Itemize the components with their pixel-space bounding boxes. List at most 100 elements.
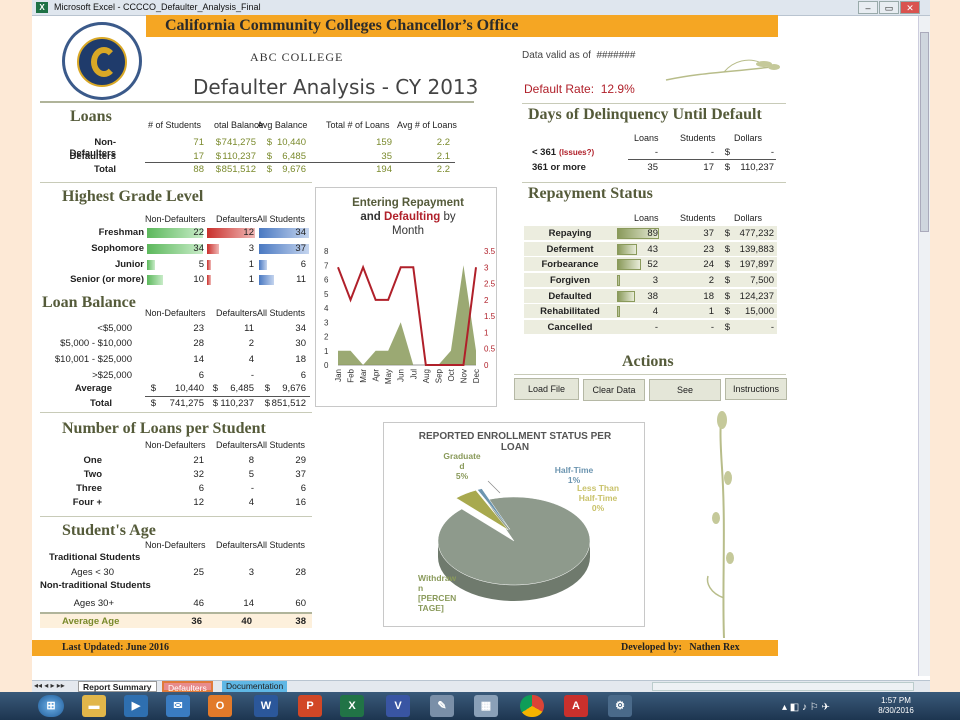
- visio-icon[interactable]: V: [386, 695, 410, 717]
- cell: 124,237: [739, 291, 774, 302]
- cell: -: [710, 322, 714, 333]
- minimize-button[interactable]: –: [858, 1, 878, 14]
- row-label: Defaulted: [548, 291, 592, 302]
- pie-chart-svg: Withdraw n [PERCEN TAGE] Graduate d 5% Half-Tim…: [418, 451, 619, 613]
- tab-documentation[interactable]: Documentation: [222, 681, 288, 692]
- row-label: $5,000 - $10,000: [60, 338, 132, 349]
- cell: 34: [295, 227, 306, 238]
- bar-defaulters: [207, 275, 211, 285]
- paint-icon[interactable]: ✎: [430, 695, 454, 717]
- issues-tag: (Issues?): [559, 148, 595, 157]
- system-tray-icons[interactable]: ▴ ◧ ♪ ⚐ ✈: [782, 702, 830, 713]
- bar-defaulters: [207, 244, 219, 254]
- cell: 34: [193, 243, 204, 254]
- cell: 60: [295, 598, 306, 609]
- data-valid-label: Data valid as of: [522, 50, 591, 61]
- col-header: Defaulters: [216, 540, 258, 550]
- cell: 14: [243, 598, 254, 609]
- cell: 17: [703, 162, 714, 173]
- close-button[interactable]: ✕: [900, 1, 920, 14]
- powerpoint-icon[interactable]: P: [298, 695, 322, 717]
- row-label: Repaying: [548, 228, 592, 239]
- tab-report-summary[interactable]: Report Summary: [78, 681, 157, 692]
- pie-slice: [437, 496, 591, 586]
- see-button[interactable]: See: [649, 379, 721, 401]
- row-label: Four +: [72, 497, 102, 508]
- x-tick-label: Nov: [459, 369, 468, 383]
- cell: 9,676: [282, 164, 306, 175]
- y-left-tick-label: 7: [324, 261, 329, 270]
- section-divider: [514, 374, 786, 375]
- cell: 16: [295, 497, 306, 508]
- pie-label: Graduate d 5%: [443, 451, 481, 481]
- cell: 32: [193, 469, 204, 480]
- age-section-title: Student's Age: [62, 522, 156, 539]
- app-icon[interactable]: ⚙: [608, 695, 632, 717]
- clock-date: 8/30/2016: [878, 706, 914, 715]
- enrollment-pie-chart: REPORTED ENROLLMENT STATUS PER LOAN With…: [383, 422, 645, 627]
- vertical-scrollbar[interactable]: [918, 16, 930, 676]
- load-file-button[interactable]: Load File: [514, 378, 579, 400]
- outlook-icon[interactable]: ✉: [166, 695, 190, 717]
- cell: 5: [198, 259, 204, 270]
- cell: 28: [193, 338, 204, 349]
- media-player-icon[interactable]: ▶: [124, 695, 148, 717]
- x-tick-label: Oct: [447, 368, 456, 381]
- cell: 71: [193, 137, 204, 148]
- row-label: Forbearance: [541, 259, 599, 270]
- pie-label: Half-Time 1%: [555, 465, 594, 485]
- excel-icon[interactable]: X: [36, 2, 48, 13]
- x-tick-label: Jan: [334, 369, 343, 382]
- cell: 7,500: [750, 275, 774, 286]
- cell: 43: [647, 244, 658, 255]
- cell: 139,883: [739, 244, 774, 255]
- chart-title: Entering Repayment and Defaulting by Mon…: [328, 196, 488, 238]
- tab-defaulters[interactable]: Defaulters: [162, 681, 213, 693]
- calculator-icon[interactable]: ▦: [474, 695, 498, 717]
- clock[interactable]: 1:57 PM 8/30/2016: [876, 696, 916, 716]
- cell: 22: [193, 227, 204, 238]
- clear-data-button[interactable]: Clear Data: [583, 379, 645, 401]
- file-explorer-icon[interactable]: ▬: [82, 695, 106, 717]
- excel-taskbar-icon[interactable]: X: [340, 695, 364, 717]
- x-tick-label: Apr: [372, 369, 381, 382]
- col-header: Non-Defaulters: [145, 540, 206, 550]
- section-divider: [40, 516, 312, 517]
- scrollbar-thumb[interactable]: [920, 32, 929, 232]
- cell: 35: [381, 151, 392, 162]
- currency-symbol: $: [724, 259, 730, 270]
- row-divider: [145, 396, 310, 397]
- loan-balance-section-title: Loan Balance: [42, 294, 136, 311]
- y-right-tick-label: 1: [484, 328, 489, 337]
- cell: 4: [248, 354, 254, 365]
- horizontal-scrollbar[interactable]: [652, 682, 914, 691]
- instructions-button[interactable]: Instructions: [725, 378, 787, 400]
- data-valid-value: #######: [596, 50, 636, 61]
- y-left-tick-label: 6: [324, 276, 329, 285]
- row-label: <$5,000: [97, 323, 132, 334]
- start-button-icon[interactable]: ⊞: [38, 695, 64, 717]
- cell: 3: [248, 243, 254, 254]
- row-label: Freshman: [98, 227, 144, 238]
- word-icon[interactable]: W: [254, 695, 278, 717]
- x-tick-label: Jul: [409, 369, 418, 379]
- pdf-reader-icon[interactable]: A: [564, 695, 588, 717]
- currency-symbol: $: [264, 383, 270, 394]
- currency-symbol: $: [724, 244, 730, 255]
- chrome-icon[interactable]: [520, 695, 544, 717]
- cell: 741,275: [221, 137, 256, 148]
- outlook-app-icon[interactable]: O: [208, 695, 232, 717]
- maximize-button[interactable]: ▭: [879, 1, 899, 14]
- college-seal-logo: [62, 22, 142, 100]
- sheet-nav-arrows[interactable]: ◂◂ ◂ ▸ ▸▸: [34, 681, 65, 690]
- college-name: ABC COLLEGE: [250, 50, 344, 64]
- traditional-label: Traditional Students: [49, 552, 141, 563]
- currency-symbol: $: [724, 322, 730, 333]
- col-header: Dollars: [734, 213, 763, 223]
- bar-all-students: [259, 260, 267, 270]
- row-label: Average: [74, 383, 112, 394]
- section-divider: [40, 412, 312, 413]
- currency-symbol: $: [150, 398, 156, 409]
- y-right-tick-label: 3.5: [484, 247, 496, 256]
- cell: 4: [248, 497, 254, 508]
